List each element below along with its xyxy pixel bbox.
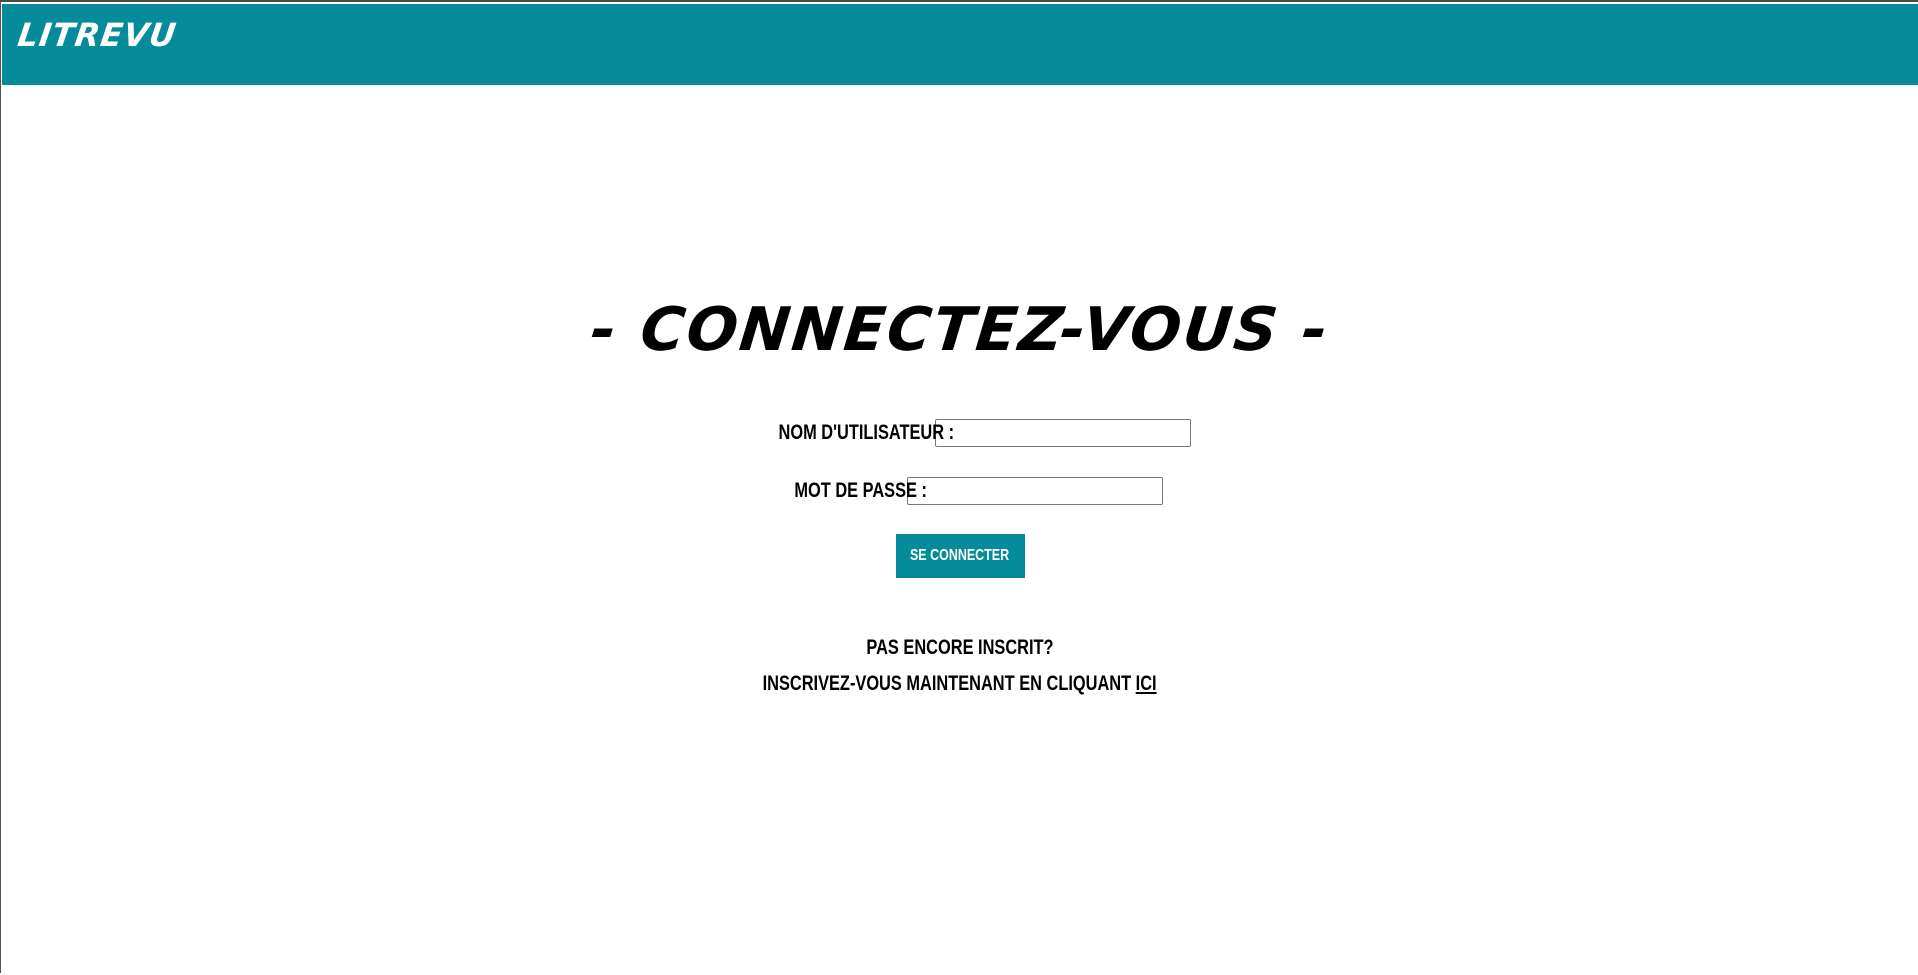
- signup-text: INSCRIVEZ-VOUS MAINTENANT EN CLIQUANT: [762, 672, 1132, 695]
- signup-question: PAS ENCORE INSCRIT?: [866, 636, 1054, 659]
- login-button[interactable]: SE CONNECTER: [895, 534, 1025, 578]
- login-page: - CONNECTEZ-VOUS - NOM D'UTILISATEUR : M…: [1, 85, 1918, 975]
- password-label: MOT DE PASSE :: [794, 479, 927, 502]
- password-row: MOT DE PASSE :: [1, 477, 1918, 505]
- browser-viewport: LITREVU - CONNECTEZ-VOUS - NOM D'UTILISA…: [0, 0, 1918, 973]
- username-label: NOM D'UTILISATEUR :: [778, 421, 955, 444]
- signup-link[interactable]: ICI: [1136, 672, 1157, 695]
- submit-row: SE CONNECTER: [1, 534, 1918, 578]
- signup-prompt: PAS ENCORE INSCRIT? INSCRIVEZ-VOUS MAINT…: [1, 630, 1918, 702]
- site-logo[interactable]: LITREVU: [15, 16, 179, 54]
- login-button-label: SE CONNECTER: [910, 547, 1010, 564]
- password-input[interactable]: [906, 477, 1163, 505]
- username-row: NOM D'UTILISATEUR :: [1, 419, 1918, 447]
- top-navbar: LITREVU: [2, 4, 1918, 85]
- page-title: - CONNECTEZ-VOUS -: [587, 295, 1333, 365]
- username-input[interactable]: [934, 419, 1191, 447]
